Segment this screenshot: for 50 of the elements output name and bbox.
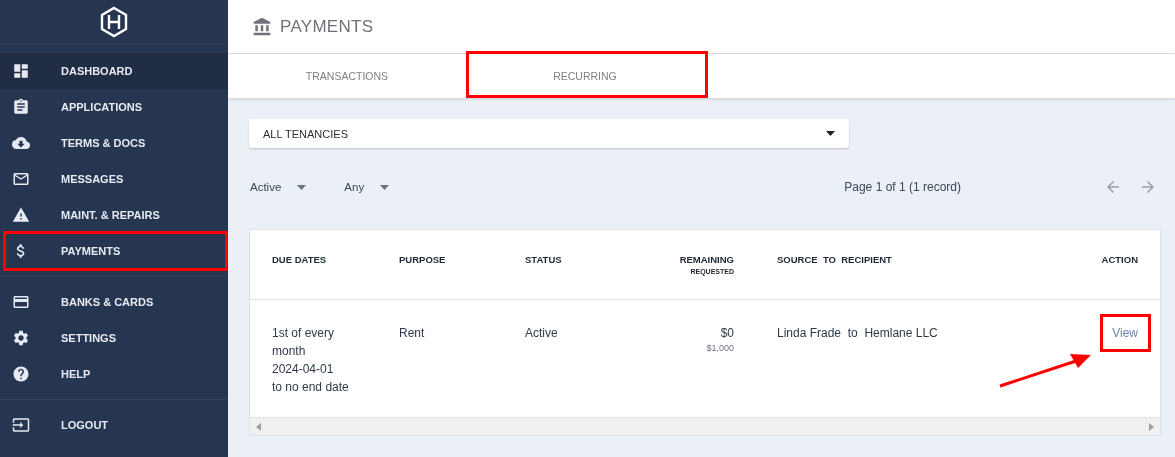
table-cell-text: Active bbox=[525, 325, 558, 342]
nav-item[interactable]: SETTINGS bbox=[0, 320, 228, 356]
nav-icon bbox=[12, 62, 30, 80]
tab[interactable]: RECURRING bbox=[466, 54, 704, 98]
nav-item[interactable]: TERMS & DOCS bbox=[0, 125, 228, 161]
nav-item[interactable]: MESSAGES bbox=[0, 161, 228, 197]
scroll-left-icon[interactable] bbox=[256, 422, 261, 431]
table-cell: $1,000 bbox=[706, 342, 734, 355]
table-cell-text: to no end date bbox=[272, 379, 349, 396]
column-header: DUE DATES bbox=[272, 254, 327, 265]
nav-icon bbox=[12, 329, 30, 347]
filter-dropdown[interactable]: Any bbox=[344, 181, 390, 193]
page-title: PAYMENTS bbox=[280, 16, 374, 37]
column-header: SOURCE TO RECIPIENT bbox=[777, 254, 892, 265]
table-cell-text: $0 bbox=[720, 325, 734, 342]
caret-icon bbox=[297, 184, 307, 190]
nav-item[interactable]: PAYMENTS bbox=[0, 233, 228, 269]
nav-icon bbox=[12, 134, 30, 152]
tenancy-select[interactable]: ALL TENANCIES bbox=[249, 119, 849, 148]
horizontal-scrollbar[interactable] bbox=[250, 417, 1160, 435]
column-header: ACTION bbox=[1101, 254, 1138, 265]
table-cell-text: 1st of every month bbox=[272, 325, 336, 360]
nav-icon bbox=[12, 416, 30, 434]
pagination-text: Page 1 of 1 (1 record) bbox=[844, 180, 961, 194]
nav-item[interactable]: DASHBOARD bbox=[0, 53, 228, 89]
nav-icon bbox=[12, 293, 30, 311]
bank-icon bbox=[252, 16, 272, 37]
hexagon-logo bbox=[98, 5, 130, 38]
nav-item[interactable]: BANKS & CARDS bbox=[0, 284, 228, 320]
column-header: PURPOSE bbox=[399, 254, 446, 265]
filter-dropdown[interactable]: Active bbox=[250, 181, 307, 193]
caret-icon bbox=[826, 131, 835, 136]
tab[interactable]: TRANSACTIONS bbox=[228, 54, 466, 98]
column-header: REMAINING bbox=[679, 254, 734, 265]
table-cell-text: Rent bbox=[399, 325, 425, 342]
nav-item[interactable]: MAINT. & REPAIRS bbox=[0, 197, 228, 233]
table-cell-text: 2024-04-01 bbox=[272, 361, 334, 378]
table-cell-text: Linda Frade to Hemlane LLC bbox=[777, 325, 938, 342]
view-link[interactable]: View bbox=[1112, 326, 1138, 340]
nav-icon bbox=[12, 98, 30, 116]
nav-item[interactable]: HELP bbox=[0, 356, 228, 392]
nav-icon bbox=[12, 170, 30, 188]
nav-icon bbox=[12, 365, 30, 383]
nav-item[interactable]: LOGOUT bbox=[0, 407, 228, 443]
next-page-icon[interactable] bbox=[1139, 178, 1157, 196]
nav-item[interactable]: APPLICATIONS bbox=[0, 89, 228, 125]
nav-icon bbox=[12, 206, 30, 224]
caret-icon bbox=[380, 184, 390, 190]
scroll-right-icon[interactable] bbox=[1149, 422, 1154, 431]
column-header: STATUS bbox=[525, 254, 562, 265]
